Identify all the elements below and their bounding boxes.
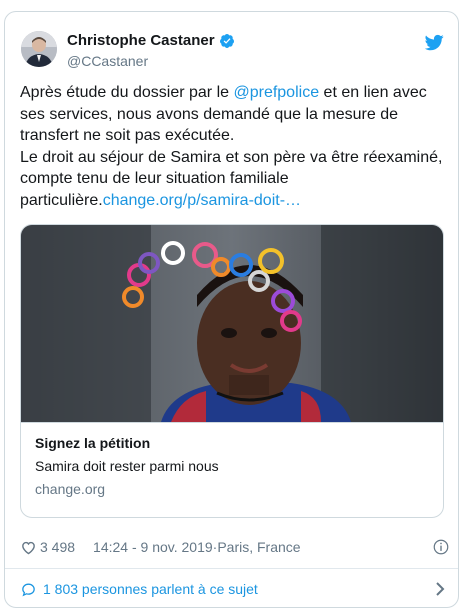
link-preview-card[interactable]: Signez la pétition Samira doit rester pa… — [20, 224, 444, 518]
avatar[interactable] — [21, 31, 57, 67]
like-count[interactable]: 3 498 — [40, 539, 75, 555]
link-preview-title[interactable]: Signez la pétition — [35, 435, 150, 451]
link-preview-domain: change.org — [35, 481, 106, 497]
conversation-label[interactable]: 1 803 personnes parlent à ce sujet — [43, 581, 258, 597]
link-preview-description: Samira doit rester parmi nous — [35, 458, 219, 474]
divider — [5, 568, 458, 569]
tweet-text: Après étude du dossier par le @prefpolic… — [20, 82, 450, 211]
tweet-timestamp[interactable]: 14:24 - 9 nov. 2019 — [93, 539, 213, 555]
tweet-paragraph-2: Le droit au séjour de Samira et son père… — [20, 147, 450, 212]
tweet-location[interactable]: Paris, France — [217, 539, 300, 555]
conversation-link[interactable]: 1 803 personnes parlent à ce sujet — [20, 577, 445, 601]
author-name-text[interactable]: Christophe Castaner — [67, 32, 215, 49]
preview-image[interactable] — [21, 225, 443, 422]
chevron-right-icon[interactable] — [435, 581, 445, 597]
twitter-bird-icon[interactable] — [425, 33, 444, 52]
info-icon[interactable] — [432, 538, 450, 556]
author-name[interactable]: Christophe Castaner — [67, 32, 235, 49]
tweet-paragraph-1: Après étude du dossier par le @prefpolic… — [20, 82, 450, 147]
speech-bubble-icon — [22, 583, 35, 596]
verified-icon — [219, 33, 234, 48]
mention-link[interactable]: @prefpolice — [233, 84, 319, 101]
tweet-meta: 3 498 14:24 - 9 nov. 2019 · Paris, Franc… — [20, 537, 450, 557]
embedded-tweet-card: Christophe Castaner @CCastaner Après étu… — [4, 11, 459, 608]
petition-link[interactable]: change.org/p/samira-doit-… — [103, 192, 301, 209]
link-preview-info[interactable]: Signez la pétition Samira doit rester pa… — [21, 422, 443, 517]
author-handle[interactable]: @CCastaner — [67, 53, 148, 69]
tweet-text-part-1: Après étude du dossier par le — [20, 84, 234, 101]
heart-icon[interactable] — [20, 539, 37, 556]
